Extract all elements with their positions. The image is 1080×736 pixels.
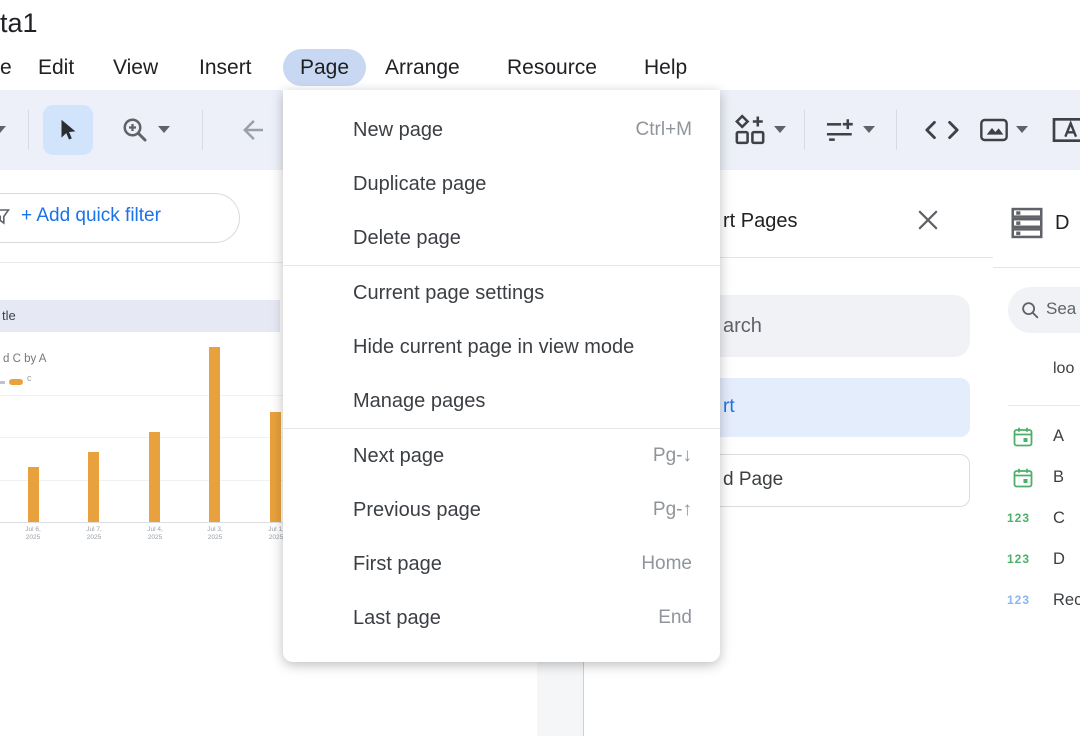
zoom-in-icon	[120, 115, 150, 145]
add-quick-filter-label: + Add quick filter	[21, 205, 161, 227]
add-control-button[interactable]	[822, 113, 856, 152]
data-panel-icon	[1008, 203, 1046, 243]
number-type-icon: 123	[1007, 552, 1030, 566]
menu-file-partial[interactable]: e	[0, 45, 12, 90]
search-icon	[1019, 299, 1041, 321]
menu-item-manage-pages[interactable]: Manage pages	[283, 374, 720, 428]
text-box-icon	[1052, 114, 1080, 146]
image-icon	[978, 114, 1010, 146]
number-type-icon-auto: 123	[1007, 593, 1030, 607]
bar	[149, 432, 160, 522]
menu-item-next-page[interactable]: Next page Pg-↓	[283, 429, 720, 483]
field-label: D	[1053, 550, 1065, 569]
cursor-icon	[55, 117, 81, 143]
code-icon	[920, 117, 964, 143]
toolbar-separator	[896, 110, 897, 150]
close-icon	[914, 206, 942, 234]
x-tick-label: Jul 3,2025	[195, 526, 235, 542]
report-title[interactable]: ta1	[0, 8, 38, 39]
calendar-icon	[1011, 425, 1035, 449]
menu-resource[interactable]: Resource	[507, 45, 597, 90]
source-divider	[1008, 405, 1080, 406]
data-panel: D Sea loo A B	[993, 170, 1080, 736]
toolbar-separator	[28, 110, 29, 150]
back-button[interactable]	[238, 115, 268, 150]
looker-studio-window: ta1 e Edit View Insert Page Arrange Reso…	[0, 0, 1080, 736]
menu-item-delete-page[interactable]: Delete page	[283, 211, 720, 265]
menu-item-first-page[interactable]: First page Home	[283, 537, 720, 591]
bar	[209, 347, 220, 522]
menu-arrange[interactable]: Arrange	[385, 45, 460, 90]
toolbar-separator	[804, 110, 805, 150]
add-control-icon	[822, 113, 856, 147]
title-bar: ta1	[0, 0, 1080, 45]
menu-item-previous-page[interactable]: Previous page Pg-↑	[283, 483, 720, 537]
bar	[270, 412, 281, 522]
embed-code-button[interactable]	[920, 117, 964, 148]
add-chart-icon	[733, 113, 767, 147]
menu-item-current-page-settings[interactable]: Current page settings	[283, 266, 720, 320]
filter-funnel-icon	[0, 208, 10, 226]
text-box-button[interactable]	[1052, 114, 1080, 151]
field-label: C	[1053, 509, 1065, 528]
menu-item-new-page[interactable]: New page Ctrl+M	[283, 103, 720, 157]
x-tick-label: Jul 6,2025	[13, 526, 53, 542]
add-page-label: d Page	[723, 469, 783, 491]
fields-search-placeholder: Sea	[1046, 299, 1076, 319]
page-dropdown-menu: New page Ctrl+M Duplicate page Delete pa…	[283, 90, 720, 662]
add-quick-filter-button[interactable]: + Add quick filter	[0, 193, 240, 243]
chart-plot-area: Jul 6,2025 Jul 7,2025 Jul 4,2025 Jul 3,2…	[0, 395, 300, 523]
chart-header-band: tle	[0, 300, 280, 332]
chart-title-fragment: d C by A	[3, 353, 46, 365]
legend-label: c	[27, 373, 32, 383]
menu-item-hide-current-page[interactable]: Hide current page in view mode	[283, 320, 720, 374]
image-caret-icon[interactable]	[1016, 126, 1028, 133]
legend-swatch	[9, 379, 23, 385]
field-row-a[interactable]: A	[993, 423, 1080, 453]
data-panel-divider	[993, 267, 1080, 268]
fields-search-input[interactable]: Sea	[1008, 287, 1080, 333]
bar	[28, 467, 39, 522]
data-panel-title: D	[1055, 212, 1069, 235]
menu-edit[interactable]: Edit	[38, 45, 74, 90]
menu-page-active[interactable]: Page	[283, 49, 366, 86]
report-pages-title: rt Pages	[723, 210, 797, 233]
toolbar-separator	[202, 110, 203, 150]
x-tick-label: Jul 4,2025	[135, 526, 175, 542]
add-control-caret-icon[interactable]	[863, 126, 875, 133]
number-type-icon: 123	[1007, 511, 1030, 525]
menu-help[interactable]: Help	[644, 45, 687, 90]
menu-insert[interactable]: Insert	[199, 45, 252, 90]
legend-fragment	[0, 381, 5, 384]
back-arrow-icon	[238, 115, 268, 145]
field-row-c[interactable]: 123 C	[993, 505, 1080, 535]
zoom-caret-icon[interactable]	[158, 126, 170, 133]
field-row-d[interactable]: 123 D	[993, 546, 1080, 576]
field-label: A	[1053, 427, 1064, 446]
menu-item-duplicate-page[interactable]: Duplicate page	[283, 157, 720, 211]
add-chart-button[interactable]	[733, 113, 767, 152]
selected-page-label: rt	[723, 396, 735, 418]
pages-search-placeholder: arch	[723, 315, 762, 338]
x-tick-label: Jul 7,2025	[74, 526, 114, 542]
close-panel-button[interactable]	[914, 206, 944, 236]
gridline	[0, 395, 300, 396]
add-chart-caret-icon[interactable]	[774, 126, 786, 133]
x-axis-line	[0, 522, 300, 523]
menu-item-last-page[interactable]: Last page End	[283, 591, 720, 645]
toolbar-left-caret-icon[interactable]	[0, 126, 6, 133]
select-tool-button[interactable]	[43, 105, 93, 155]
calendar-icon	[1011, 466, 1035, 490]
menu-bar: e Edit View Insert Page Arrange Resource…	[0, 45, 1080, 90]
field-row-b[interactable]: B	[993, 464, 1080, 494]
bar	[88, 452, 99, 522]
insert-image-button[interactable]	[978, 114, 1010, 151]
zoom-tool-button[interactable]	[120, 115, 150, 150]
field-label: B	[1053, 468, 1064, 487]
menu-view[interactable]: View	[113, 45, 158, 90]
data-source-name[interactable]: loo	[1053, 360, 1074, 378]
field-label: Rec	[1053, 591, 1080, 610]
field-row-record-count[interactable]: 123 Rec	[993, 587, 1080, 617]
quick-filter-divider	[0, 262, 283, 263]
